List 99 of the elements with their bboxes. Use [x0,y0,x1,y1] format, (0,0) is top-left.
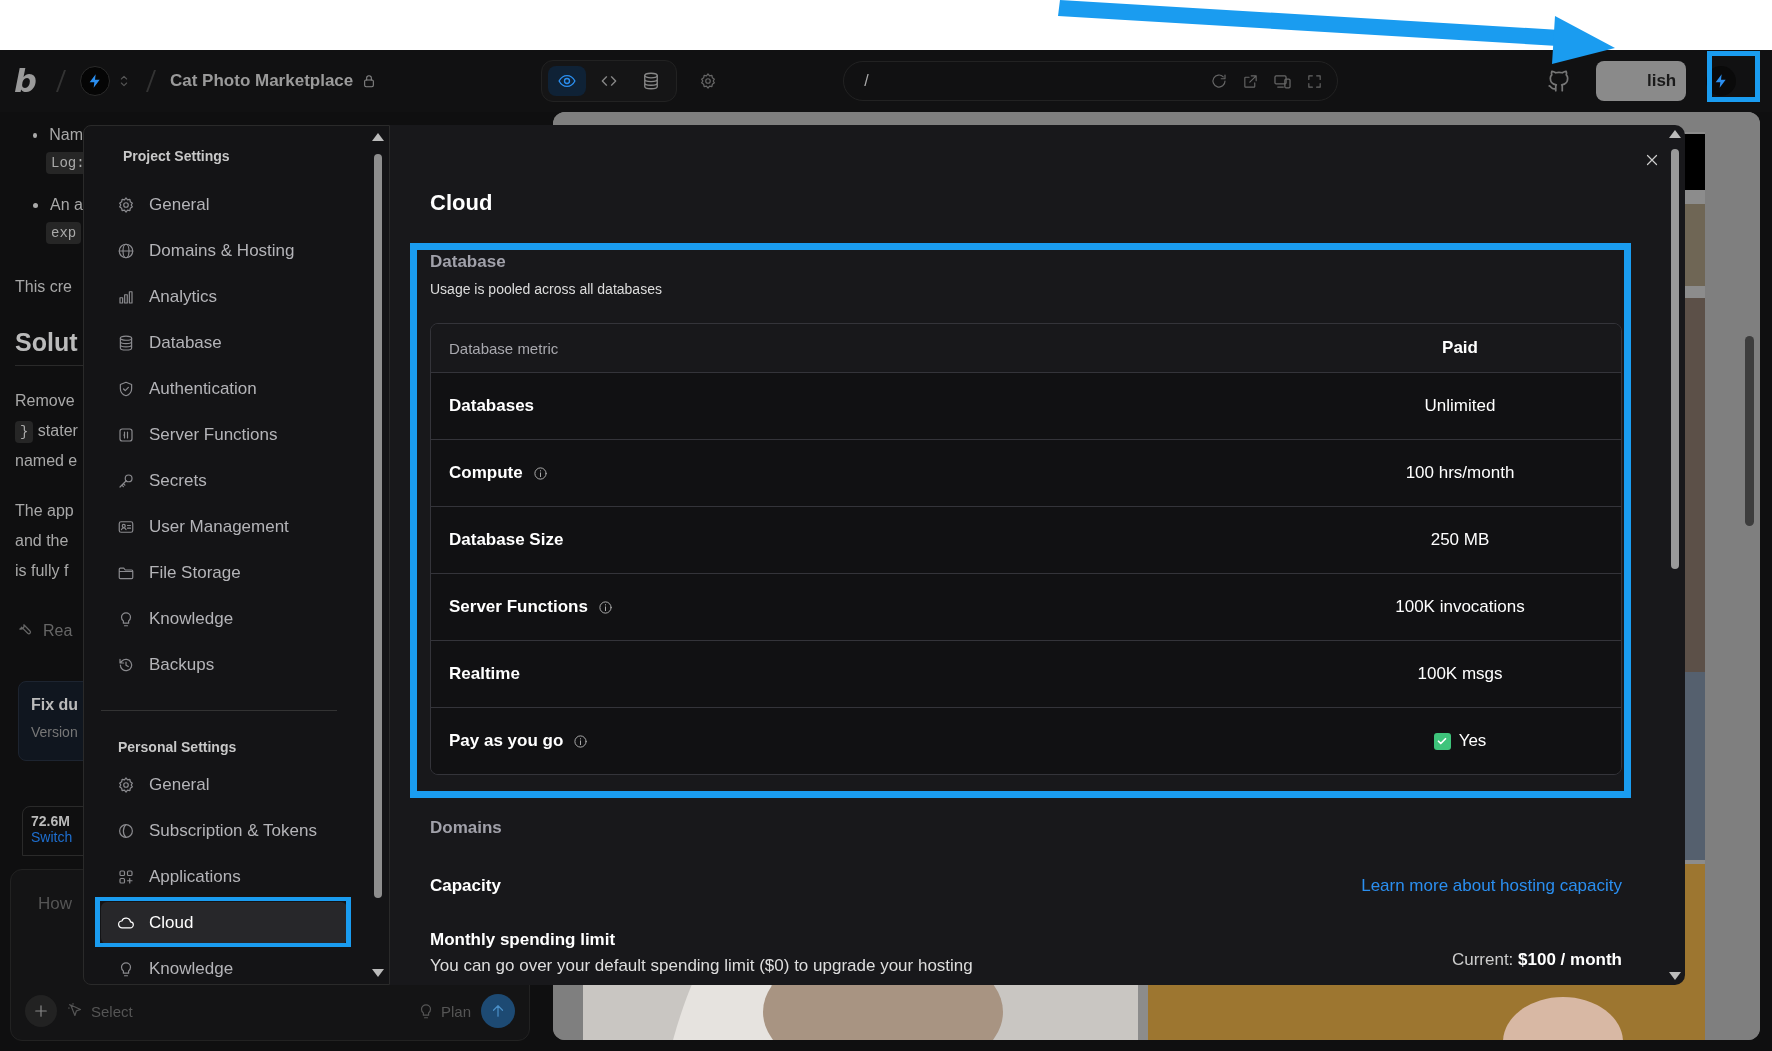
bar-chart-icon [117,288,135,306]
highlight-frame [1707,51,1760,102]
section-title: Monthly spending limit [430,930,617,950]
section-heading: Personal Settings [117,738,238,757]
project-title[interactable]: Cat Photo Marketplace [170,71,354,91]
send-button[interactable] [481,994,515,1028]
metric-value: Unlimited [1424,396,1496,416]
sidebar-item[interactable]: Backups [101,644,347,686]
metric-value: 100K invocations [1395,597,1525,617]
sidebar-item[interactable]: Analytics [101,276,347,318]
sidebar-item[interactable]: Applications [101,856,347,898]
sidebar-item[interactable]: Server Functions [101,414,347,456]
gear-icon [117,776,135,794]
sidebar-item[interactable]: Knowledge [101,598,347,640]
scroll-up-icon[interactable] [371,132,385,142]
chat-text: stater [37,422,78,439]
metric-value: 250 MB [1430,530,1490,550]
version-subtitle: Version [31,724,79,740]
apps-icon [117,868,135,886]
check-icon [1436,735,1449,747]
view-tab[interactable] [548,66,587,96]
section-heading: Project Settings [122,147,231,166]
key-icon [117,472,135,490]
sidebar-item[interactable]: Secrets [101,460,347,502]
switch-link[interactable]: Switch [31,829,83,845]
input-placeholder: How [38,894,72,915]
scrollbar[interactable] [1668,129,1682,981]
coin-icon [117,822,135,840]
avatar[interactable] [80,66,110,96]
settings-icon[interactable] [699,72,718,90]
scroll-down-icon[interactable] [1668,971,1682,981]
database-icon [117,334,135,352]
logo[interactable]: b [14,65,42,97]
metric-name: Server Functions [449,597,588,617]
metric-name: Pay as you go [449,731,564,751]
refresh-icon[interactable] [1210,72,1229,90]
shield-icon [117,380,135,398]
usage-amount: 72.6M [31,813,71,829]
history-icon [117,656,135,674]
inline-code: Log: [46,152,83,174]
sidebar-item[interactable]: File Storage [101,552,347,594]
bullet-icon [33,202,38,208]
section-title: Capacity [430,876,501,896]
chat-text: Remove [15,392,75,409]
sidebar-item[interactable]: Authentication [101,368,347,410]
plus-icon [32,1002,50,1020]
metric-name: Database Size [449,530,564,550]
hosting-capacity-link[interactable]: Learn more about hosting capacity [1361,876,1622,896]
column-header: Paid [1441,338,1479,358]
id-card-icon [117,518,135,536]
column-header: Database metric [448,339,560,357]
section-subtitle: Usage is pooled across all databases [430,281,663,297]
metric-value: 100K msgs [1417,664,1503,684]
sidebar-item[interactable]: Database [101,322,347,364]
checkbox[interactable] [1433,732,1451,750]
metric-value: Yes [1458,731,1487,751]
globe-icon [117,242,135,260]
chat-text: is fully f [15,562,69,579]
sidebar-item[interactable]: General [101,184,347,226]
metric-name: Databases [449,396,535,416]
gear-icon [117,196,135,214]
sidebar-item[interactable]: General [101,764,347,806]
chat-text: and the [15,532,69,549]
sidebar-item[interactable]: Domains & Hosting [101,230,347,272]
chat-text: An a [50,196,83,214]
sidebar-item[interactable]: User Management [101,506,347,548]
sidebar-item[interactable]: Cloud [101,902,347,944]
external-link-icon[interactable] [1242,72,1260,90]
version-title: Fix du [31,696,80,714]
chat-text: named e [15,452,78,469]
scroll-up-icon[interactable] [1668,129,1682,139]
metric-name: Compute [449,463,523,483]
publish-button[interactable]: lish [1596,61,1687,101]
folder-icon [117,564,135,582]
metric-value: 100 hrs/month [1405,463,1515,483]
metric-name: Realtime [449,664,520,684]
sidebar-item[interactable]: Subscription & Tokens [101,810,347,852]
add-button[interactable] [25,995,57,1027]
info-icon[interactable] [573,733,589,749]
section-description: You can go over your default spending limit ($0) to upgrade your hosting [430,956,973,976]
chat-text: The app [15,502,74,519]
scroll-down-icon[interactable] [371,968,385,978]
chat-text: Nam [49,126,83,144]
url-text: / [864,72,870,90]
dialog-title: Cloud [430,189,494,217]
chat-text: This cre [15,278,72,295]
sidebar-item[interactable]: Knowledge [101,948,347,984]
info-icon[interactable] [597,599,613,615]
inline-code: exp [46,222,82,244]
chat-text: Rea [43,622,73,640]
current-limit: Current: $100 / month [1451,950,1622,970]
version-card[interactable]: Fix du Version [18,681,83,761]
section-title: Domains [430,818,503,838]
section-title: Database [430,252,507,272]
bullet-icon [33,132,38,138]
scrollbar[interactable] [371,132,385,978]
info-icon[interactable] [532,465,548,481]
inline-code: } [15,421,34,443]
cloud-icon [117,914,135,932]
